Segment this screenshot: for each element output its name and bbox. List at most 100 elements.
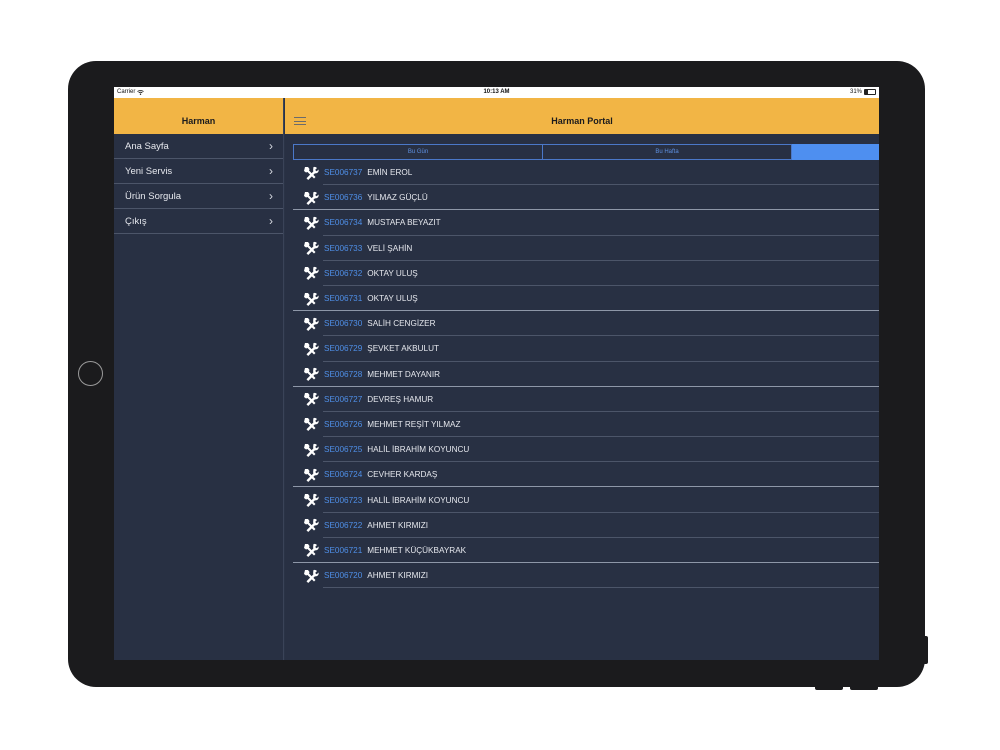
customer-name: EMİN EROL xyxy=(367,168,413,178)
list-item[interactable]: SE006730 SALİH CENGİZER xyxy=(293,311,879,337)
list-item[interactable]: SE006733 VELİ ŞAHİN xyxy=(293,236,879,261)
status-bar: Carrier 10:13 AM 31% xyxy=(114,87,879,98)
customer-name: MUSTAFA BEYAZIT xyxy=(367,218,441,228)
sidebar-item[interactable]: Çıkış › xyxy=(114,209,283,234)
chevron-right-icon: › xyxy=(269,164,273,178)
service-code: SE006731 xyxy=(324,294,363,304)
list-item[interactable]: SE006732 OKTAY ULUŞ xyxy=(293,261,879,287)
customer-name: AHMET KIRMIZI xyxy=(367,571,429,581)
service-code: SE006723 xyxy=(324,495,363,505)
list-item[interactable]: SE006720 AHMET KIRMIZI xyxy=(293,563,879,589)
service-code: SE006726 xyxy=(324,419,363,429)
tools-icon xyxy=(303,468,319,482)
tools-icon xyxy=(303,392,319,407)
list-item[interactable]: SE006737 EMİN EROL xyxy=(293,160,879,186)
tools-icon xyxy=(303,569,319,583)
power-button xyxy=(923,636,928,664)
list-item[interactable]: SE006736 YILMAZ GÜÇLÜ xyxy=(293,185,879,211)
tools-icon xyxy=(303,543,319,558)
customer-name: OKTAY ULUŞ xyxy=(367,294,418,304)
sidebar-header: Harman xyxy=(114,98,283,134)
customer-name: OKTAY ULUŞ xyxy=(367,268,418,278)
service-code: SE006721 xyxy=(324,545,363,555)
sidebar-item-label: Yeni Servis xyxy=(125,165,173,177)
list-item[interactable]: SE006721 MEHMET KÜÇÜKBAYRAK xyxy=(293,538,879,564)
chevron-right-icon: › xyxy=(269,189,273,203)
tab-selected[interactable] xyxy=(792,144,879,160)
customer-name: DEVREŞ HAMUR xyxy=(367,394,434,404)
page-title: Harman Portal xyxy=(551,116,613,126)
sidebar-item[interactable]: Ürün Sorgula › xyxy=(114,184,283,209)
tools-icon xyxy=(303,367,319,382)
sidebar-title: Harman xyxy=(181,116,216,126)
sidebar-item[interactable]: Yeni Servis › xyxy=(114,159,283,184)
tools-icon xyxy=(303,266,319,281)
tools-icon xyxy=(303,166,319,180)
tab-bu-gun[interactable]: Bu Gün xyxy=(293,144,543,160)
list-item[interactable]: SE006727 DEVREŞ HAMUR xyxy=(293,387,879,413)
chevron-right-icon: › xyxy=(269,214,273,228)
customer-name: ŞEVKET AKBULUT xyxy=(367,344,439,354)
main-panel: Harman Portal Bu Gün Bu Hafta SE006737 EM… xyxy=(285,98,879,660)
customer-name: MEHMET REŞİT YILMAZ xyxy=(367,419,461,429)
app-screen: Carrier 10:13 AM 31% Harman Ana Sayfa › Ye… xyxy=(114,87,879,660)
tools-icon xyxy=(303,342,319,356)
list-item[interactable]: SE006724 CEVHER KARDAŞ xyxy=(293,462,879,488)
service-code: SE006728 xyxy=(324,369,363,379)
service-code: SE006734 xyxy=(324,218,363,228)
service-code: SE006733 xyxy=(324,243,363,253)
volume-up-button xyxy=(850,685,878,690)
list-item[interactable]: SE006731 OKTAY ULUŞ xyxy=(293,286,879,312)
tools-icon xyxy=(303,241,319,256)
battery-indicator: 31% xyxy=(850,89,876,95)
list-item[interactable]: SE006723 HALİL İBRAHİM KOYUNCU xyxy=(293,487,879,513)
status-time: 10:13 AM xyxy=(483,89,510,95)
list-item[interactable]: SE006725 HALİL İBRAHİM KOYUNCU xyxy=(293,437,879,463)
home-button[interactable] xyxy=(78,361,103,386)
service-list: SE006737 EMİN EROL SE006736 YILMAZ GÜÇLÜ SE0… xyxy=(293,160,879,589)
sidebar-menu: Ana Sayfa › Yeni Servis › Ürün Sorgula › Çıkış… xyxy=(114,134,283,234)
tools-icon xyxy=(303,317,319,331)
service-code: SE006737 xyxy=(324,168,363,178)
service-code: SE006720 xyxy=(324,571,363,581)
tools-icon xyxy=(303,216,319,230)
tools-icon xyxy=(303,443,319,457)
service-code: SE006730 xyxy=(324,319,363,329)
tools-icon xyxy=(303,518,319,533)
customer-name: SALİH CENGİZER xyxy=(367,319,436,329)
sidebar-item[interactable]: Ana Sayfa › xyxy=(114,134,283,159)
main-header: Harman Portal xyxy=(285,98,879,134)
list-item[interactable]: SE006722 AHMET KIRMIZI xyxy=(293,513,879,539)
customer-name: HALİL İBRAHİM KOYUNCU xyxy=(367,495,470,505)
tools-icon xyxy=(303,493,319,508)
list-item[interactable]: SE006726 MEHMET REŞİT YILMAZ xyxy=(293,412,879,438)
chevron-right-icon: › xyxy=(269,139,273,153)
battery-icon xyxy=(864,89,876,95)
customer-name: VELİ ŞAHİN xyxy=(367,243,413,253)
sidebar: Harman Ana Sayfa › Yeni Servis › Ürün Sorgul… xyxy=(114,98,284,660)
segmented-control: Bu Gün Bu Hafta xyxy=(293,144,879,160)
service-code: SE006727 xyxy=(324,394,363,404)
customer-name: HALİL İBRAHİM KOYUNCU xyxy=(367,445,470,455)
list-item[interactable]: SE006734 MUSTAFA BEYAZIT xyxy=(293,210,879,236)
service-code: SE006729 xyxy=(324,344,363,354)
list-item[interactable]: SE006729 ŞEVKET AKBULUT xyxy=(293,336,879,362)
tools-icon xyxy=(303,191,319,205)
sidebar-item-label: Ürün Sorgula xyxy=(125,190,181,202)
customer-name: MEHMET DAYANIR xyxy=(367,369,441,379)
service-code: SE006724 xyxy=(324,470,363,480)
tab-bu-hafta[interactable]: Bu Hafta xyxy=(543,144,792,160)
sidebar-item-label: Ana Sayfa xyxy=(125,140,169,152)
customer-name: MEHMET KÜÇÜKBAYRAK xyxy=(367,545,467,555)
service-code: SE006736 xyxy=(324,193,363,203)
service-code: SE006732 xyxy=(324,268,363,278)
customer-name: CEVHER KARDAŞ xyxy=(367,470,438,480)
service-code: SE006725 xyxy=(324,445,363,455)
volume-down-button xyxy=(815,685,843,690)
service-code: SE006722 xyxy=(324,520,363,530)
list-item[interactable]: SE006728 MEHMET DAYANIR xyxy=(293,362,879,387)
tools-icon xyxy=(303,292,319,306)
battery-percent: 31% xyxy=(849,89,862,95)
customer-name: AHMET KIRMIZI xyxy=(367,520,429,530)
tools-icon xyxy=(303,417,319,432)
